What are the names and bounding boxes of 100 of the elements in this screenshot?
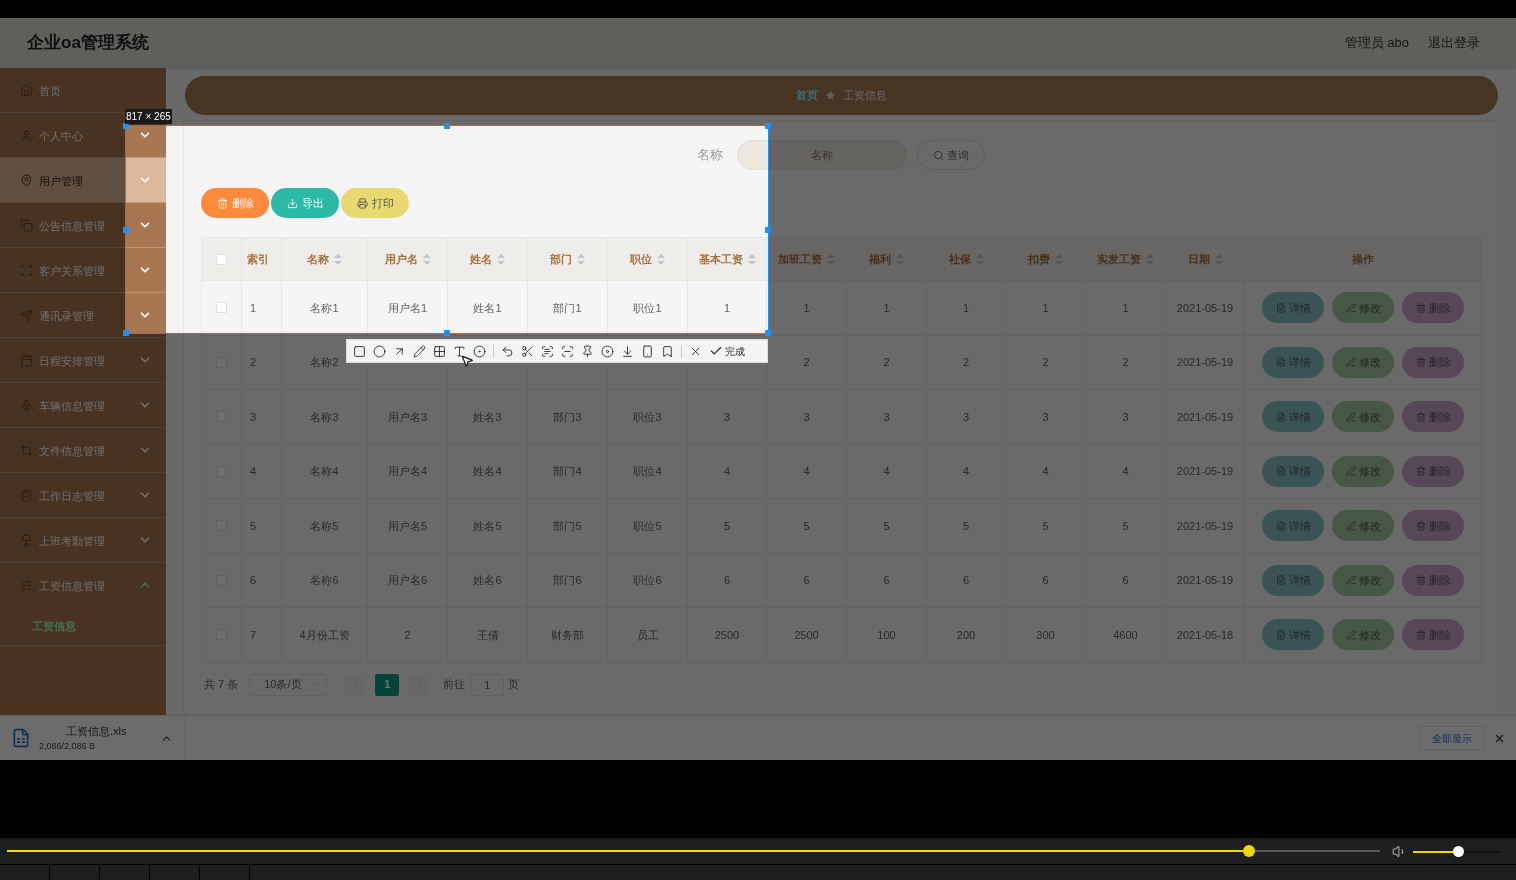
sort-icon[interactable] — [334, 253, 342, 265]
volume-fill[interactable] — [1413, 850, 1453, 853]
table-cell-text: 3 — [803, 409, 810, 425]
bookmark-icon[interactable] — [661, 344, 674, 358]
table-cell-text: 5 — [883, 518, 890, 534]
trash-icon — [1415, 302, 1426, 313]
page-button[interactable]: 1 — [375, 673, 400, 696]
phone-icon[interactable] — [641, 344, 654, 358]
column-header[interactable]: 福利 — [869, 250, 904, 268]
table-cell-text: 2021-05-18 — [1176, 627, 1234, 643]
table-cell-text: 3 — [883, 409, 890, 425]
document-icon — [1275, 411, 1286, 422]
document-icon — [1275, 357, 1286, 368]
sidebar-item[interactable]: 首页 — [39, 85, 61, 97]
table-cell-text: 2021-05-19 — [1176, 355, 1234, 370]
logout-link[interactable]: 退出登录 — [1428, 33, 1480, 53]
sort-icon[interactable] — [747, 253, 756, 265]
copy-icon — [20, 218, 33, 232]
export-button[interactable]: 导出 — [271, 188, 339, 218]
sort-icon[interactable] — [422, 253, 431, 265]
file-name[interactable]: 工资信息.xls — [66, 723, 160, 740]
clipboard-icon — [20, 488, 33, 502]
checkbox[interactable] — [216, 253, 227, 265]
capture-size-tooltip: 817 × 265 — [125, 109, 172, 124]
resize-handle[interactable] — [123, 330, 129, 336]
volume-thumb[interactable] — [1452, 845, 1464, 857]
table-cell-text: 5 — [962, 518, 970, 534]
scissors-icon[interactable] — [521, 344, 534, 358]
page-input[interactable]: 1 — [470, 673, 505, 696]
column-header: 操作 — [1352, 251, 1374, 267]
table-cell-text: 4 — [883, 464, 890, 479]
sidebar-item[interactable]: 公告信息管理 — [39, 220, 105, 232]
text-icon[interactable] — [453, 344, 466, 358]
pin-icon[interactable] — [581, 344, 594, 358]
column-header[interactable]: 加班工资 — [778, 250, 835, 268]
breadcrumb-item[interactable]: 首页 — [796, 87, 818, 104]
column-header[interactable]: 姓名 — [470, 250, 505, 268]
resize-handle[interactable] — [444, 123, 450, 129]
resize-handle[interactable] — [123, 226, 129, 233]
column-header[interactable]: 部门 — [550, 250, 585, 268]
table-cell-text: 姓名3 — [473, 409, 502, 425]
column-header[interactable]: 扣费 — [1028, 250, 1063, 268]
progress-thumb[interactable] — [1242, 845, 1255, 857]
table-cell-text: 2 — [883, 355, 890, 370]
send-icon — [20, 308, 33, 322]
pen-icon — [1345, 466, 1356, 477]
table-cell-text: 5 — [1042, 518, 1049, 534]
table-cell-text: 6 — [962, 573, 970, 588]
sort-icon[interactable] — [577, 253, 585, 265]
sidebar-item[interactable]: 客户关系管理 — [39, 265, 105, 277]
pencil-icon[interactable] — [413, 344, 426, 358]
resize-handle[interactable] — [765, 123, 771, 129]
column-header[interactable]: 实发工资 — [1097, 250, 1154, 268]
rectangle-icon[interactable] — [353, 344, 366, 358]
column-header[interactable]: 基本工资 — [698, 250, 756, 268]
record-icon[interactable] — [601, 344, 614, 358]
sidebar-item[interactable]: 通讯录管理 — [39, 310, 94, 322]
column-header[interactable]: 名称 — [307, 250, 342, 268]
page-size-select[interactable]: 10条/页 — [249, 673, 328, 696]
column-header[interactable]: 社保 — [948, 250, 984, 268]
table-cell-text: 2021-05-19 — [1176, 518, 1234, 534]
resize-handle[interactable] — [765, 226, 771, 233]
delete-button[interactable]: 删除 — [201, 188, 269, 218]
download-icon[interactable] — [621, 344, 634, 358]
table-cell-text: 3 — [723, 409, 731, 425]
sliders-icon — [20, 578, 33, 592]
resize-handle[interactable] — [444, 330, 450, 336]
document-icon — [1275, 520, 1286, 531]
column-header[interactable]: 职位 — [630, 250, 665, 268]
file-icon — [11, 728, 31, 748]
sort-icon[interactable] — [657, 253, 665, 265]
table-cell-text: 300 — [1036, 627, 1055, 643]
table-cell-text: 3 — [1122, 409, 1129, 425]
table-cell-text: 名称6 — [310, 573, 339, 588]
confirm-button[interactable]: 完成 — [709, 343, 745, 359]
show-all-button[interactable]: 全部显示 — [1419, 726, 1485, 750]
table-cell-text: 用户名1 — [387, 300, 428, 316]
sidebar-item[interactable]: 文件信息管理 — [39, 445, 105, 457]
print-button[interactable]: 打印 — [341, 188, 409, 218]
table-cell-text: 2500 — [714, 627, 740, 643]
sidebar-item[interactable]: 用户管理 — [0, 158, 166, 202]
column-header[interactable]: 用户名 — [384, 250, 431, 268]
table-cell-text: 4600 — [1113, 627, 1138, 643]
volume-track[interactable] — [1413, 850, 1501, 853]
table-cell-text: 1 — [250, 300, 257, 316]
scan-icon[interactable] — [561, 344, 574, 358]
table-cell-text: 姓名6 — [473, 573, 502, 588]
resize-handle[interactable] — [765, 330, 771, 336]
checkbox[interactable] — [216, 302, 227, 314]
table-cell-text: 5 — [1122, 518, 1129, 534]
trash-icon — [216, 197, 228, 209]
trash-icon — [1415, 357, 1426, 368]
circle-icon[interactable] — [373, 344, 386, 358]
sort-icon[interactable] — [497, 253, 505, 265]
column-header[interactable]: 日期 — [1187, 250, 1223, 268]
sidebar-item[interactable]: 车辆信息管理 — [39, 400, 105, 412]
sidebar-item[interactable]: 个人中心 — [39, 130, 83, 142]
table-cell-text: 2 — [962, 355, 970, 370]
table-cell-text: 6 — [1042, 573, 1049, 588]
undo-icon[interactable] — [501, 344, 514, 358]
